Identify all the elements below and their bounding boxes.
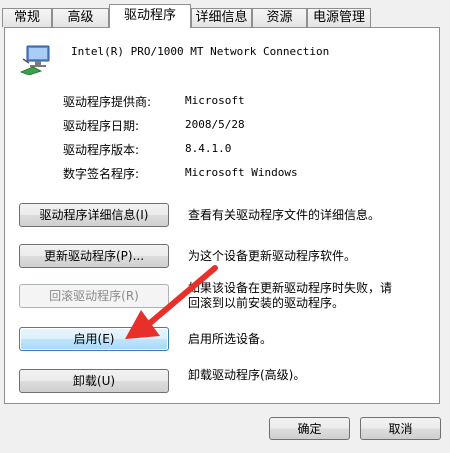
driver-tab-panel: Intel(R) PRO/1000 MT Network Connection … — [4, 27, 440, 404]
provider-value: Microsoft — [185, 94, 245, 107]
tab-strip: 常规 高级 驱动程序 详细信息 资源 电源管理 — [0, 0, 450, 28]
version-label: 驱动程序版本: — [63, 143, 140, 157]
version-value: 8.4.1.0 — [185, 142, 232, 155]
enable-device-button[interactable]: 启用(E) — [19, 327, 169, 351]
tab-details[interactable]: 详细信息 — [191, 8, 252, 27]
tab-resources[interactable]: 资源 — [252, 8, 307, 27]
ok-button[interactable]: 确定 — [269, 417, 350, 440]
rollback-driver-description-line2: 回滚到以前安装的驱动程序。 — [188, 296, 345, 310]
rollback-driver-button[interactable]: 回滚驱动程序(R) — [19, 284, 169, 308]
uninstall-driver-description: 卸载驱动程序(高级)。 — [188, 368, 306, 382]
tab-driver[interactable]: 驱动程序 — [109, 4, 191, 28]
rollback-driver-description-line1: 如果该设备在更新驱动程序时失败，请 — [188, 281, 393, 295]
driver-details-description: 查看有关驱动程序文件的详细信息。 — [188, 208, 381, 222]
cancel-button[interactable]: 取消 — [360, 417, 441, 440]
tab-power-management[interactable]: 电源管理 — [307, 8, 371, 27]
signer-value: Microsoft Windows — [185, 166, 298, 179]
driver-details-button[interactable]: 驱动程序详细信息(I) — [19, 203, 169, 227]
uninstall-driver-button[interactable]: 卸载(U) — [19, 369, 169, 393]
enable-device-description: 启用所选设备。 — [188, 332, 273, 346]
tab-general[interactable]: 常规 — [2, 8, 52, 27]
tab-advanced[interactable]: 高级 — [52, 8, 109, 27]
date-label: 驱动程序日期: — [63, 119, 140, 133]
provider-label: 驱动程序提供商: — [63, 95, 152, 109]
update-driver-button[interactable]: 更新驱动程序(P)... — [19, 244, 169, 268]
update-driver-description: 为这个设备更新驱动程序软件。 — [188, 249, 357, 263]
network-adapter-icon — [19, 45, 50, 75]
device-name: Intel(R) PRO/1000 MT Network Connection — [71, 45, 330, 58]
date-value: 2008/5/28 — [185, 118, 245, 131]
signer-label: 数字签名程序: — [63, 167, 140, 181]
